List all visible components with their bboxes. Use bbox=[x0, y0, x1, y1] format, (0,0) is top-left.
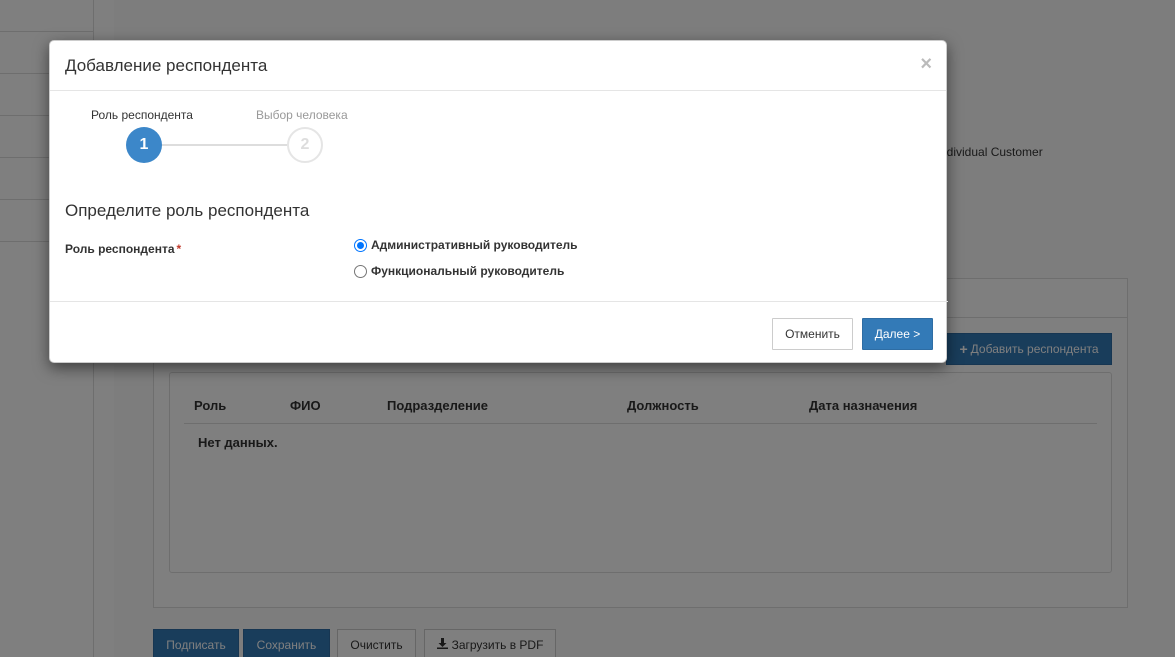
next-button[interactable]: Далее > bbox=[862, 318, 933, 350]
dialog-header: Добавление респондента × bbox=[50, 41, 946, 91]
role-option-functional[interactable]: Функциональный руководитель bbox=[354, 264, 564, 278]
dialog-title: Добавление респондента bbox=[65, 56, 268, 75]
cancel-button[interactable]: Отменить bbox=[772, 318, 853, 350]
role-field-label-text: Роль респондента bbox=[65, 242, 175, 256]
role-option-label: Административный руководитель bbox=[371, 238, 578, 252]
role-field-label: Роль респондента * bbox=[65, 242, 181, 256]
add-respondent-dialog: Добавление респондента × Роль респондент… bbox=[49, 40, 948, 364]
step-connector bbox=[161, 144, 288, 146]
radio-button-checked[interactable] bbox=[354, 238, 367, 252]
section-title: Определите роль респондента bbox=[65, 201, 310, 220]
required-mark: * bbox=[176, 242, 182, 256]
step-2-indicator: 2 bbox=[287, 127, 323, 163]
step-1-indicator: 1 bbox=[126, 127, 162, 163]
step-1-label: Роль респондента bbox=[91, 108, 193, 122]
step-2-label: Выбор человека bbox=[256, 108, 348, 122]
close-icon[interactable]: × bbox=[920, 54, 932, 74]
role-option-administrative[interactable]: Административный руководитель bbox=[354, 238, 578, 252]
dialog-footer: Отменить Далее > bbox=[50, 301, 948, 364]
role-option-label: Функциональный руководитель bbox=[371, 264, 565, 278]
radio-button[interactable] bbox=[354, 264, 367, 278]
